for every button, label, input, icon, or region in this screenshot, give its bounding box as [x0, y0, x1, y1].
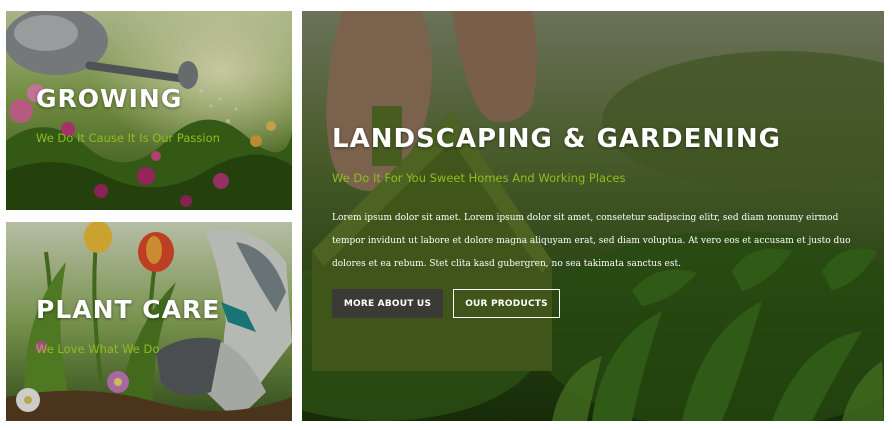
- landscaping-tagline: We Do It For You Sweet Homes And Working…: [332, 171, 626, 185]
- more-about-us-button[interactable]: MORE ABOUT US: [332, 289, 443, 318]
- growing-card[interactable]: GROWING We Do It Cause It Is Our Passion: [6, 11, 292, 210]
- our-products-button[interactable]: OUR PRODUCTS: [453, 289, 560, 318]
- landscaping-description: Lorem ipsum dolor sit amet. Lorem ipsum …: [332, 213, 851, 269]
- landscaping-hero: LANDSCAPING & GARDENING We Do It For You…: [302, 11, 884, 421]
- growing-title: GROWING: [36, 84, 183, 113]
- plant-care-tagline: We Love What We Do: [36, 342, 160, 356]
- growing-tagline: We Do It Cause It Is Our Passion: [36, 131, 220, 145]
- plant-care-card[interactable]: PLANT CARE We Love What We Do: [6, 222, 292, 421]
- landscaping-title: LANDSCAPING & GARDENING: [332, 124, 781, 154]
- plant-care-title: PLANT CARE: [36, 295, 221, 324]
